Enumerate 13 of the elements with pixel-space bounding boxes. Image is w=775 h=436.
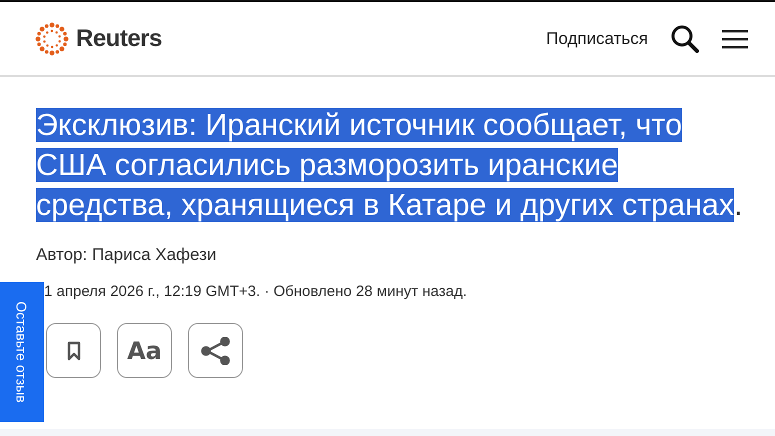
logo-text[interactable]: Reuters — [76, 24, 162, 52]
share-button[interactable] — [188, 323, 243, 378]
search-icon[interactable] — [670, 24, 700, 54]
menu-icon[interactable] — [722, 28, 748, 48]
share-icon — [200, 336, 230, 364]
text-size-button[interactable]: Aa — [117, 323, 172, 378]
subscribe-link[interactable]: Подписаться — [546, 28, 648, 48]
bookmark-icon — [66, 340, 80, 360]
bookmark-button[interactable] — [46, 323, 101, 378]
logo-icon — [34, 20, 70, 56]
dateline: 1 апреля 2026 г., 12:19 GMT+3. · Обновлено 28 минут назад. — [43, 283, 468, 300]
byline: Автор: Париса Хафези — [36, 245, 218, 265]
feedback-tab[interactable]: Оставьте отзыв — [0, 282, 44, 422]
